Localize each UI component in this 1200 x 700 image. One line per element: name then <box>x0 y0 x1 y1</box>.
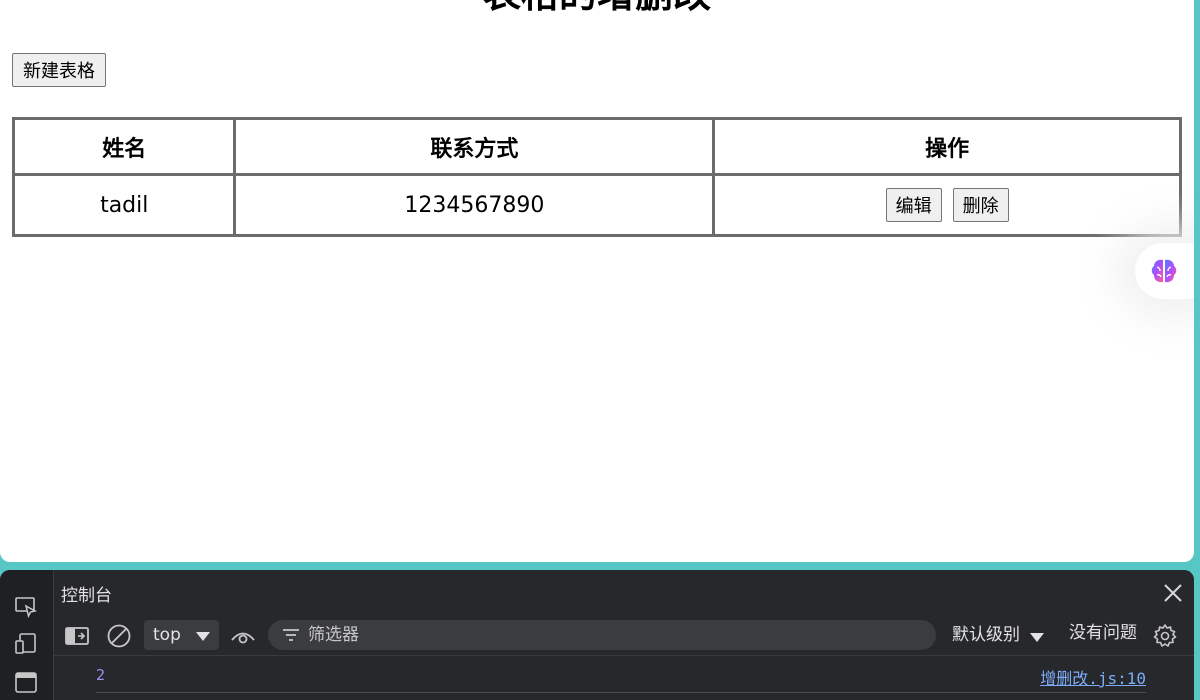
clear-icon[interactable] <box>106 623 132 649</box>
page-title: 表格的增删改 <box>0 0 1194 16</box>
inspect-icon[interactable] <box>14 595 38 619</box>
table-header-row: 姓名 联系方式 操作 <box>11 117 1182 176</box>
close-icon[interactable] <box>1162 582 1184 604</box>
cell-name: tadil <box>11 173 237 237</box>
table-row: tadil 1234567890 编辑 删除 <box>11 173 1182 237</box>
cell-contact: 1234567890 <box>233 173 716 237</box>
data-table: 姓名 联系方式 操作 tadil 1234567890 编辑 删除 <box>11 117 1182 237</box>
context-select[interactable]: top <box>144 620 219 650</box>
context-value: top <box>153 625 181 645</box>
chevron-down-icon <box>196 632 210 641</box>
filter-box <box>268 620 936 650</box>
log-level-value: 默认级别 <box>952 625 1020 645</box>
devtools-panel: 控制台 top 筛选器 默认级别 没有问题 2 增删改.js:10 <box>0 570 1194 700</box>
console-title: 控制台 <box>61 586 112 606</box>
cell-actions: 编辑 删除 <box>712 173 1182 237</box>
assistant-widget[interactable] <box>1135 243 1194 299</box>
panel-icon[interactable] <box>14 670 38 694</box>
eye-icon[interactable] <box>230 623 256 649</box>
settings-icon[interactable] <box>1152 623 1178 649</box>
log-source-link[interactable]: 增删改.js:10 <box>1040 665 1146 689</box>
chevron-down-icon <box>1030 633 1044 642</box>
device-icon[interactable] <box>14 632 38 656</box>
filter-icon <box>283 629 299 641</box>
column-header-name: 姓名 <box>11 117 237 176</box>
log-level-select[interactable]: 默认级别 <box>952 620 1044 650</box>
console-panel: 控制台 top 筛选器 默认级别 没有问题 2 增删改.js:10 <box>54 570 1194 700</box>
column-header-actions: 操作 <box>712 117 1182 176</box>
issues-status[interactable]: 没有问题 <box>1069 620 1137 646</box>
devtools-sidebar <box>0 570 54 700</box>
log-value: 2 <box>96 666 106 684</box>
delete-button[interactable]: 删除 <box>952 188 1009 222</box>
new-table-button[interactable]: 新建表格 <box>12 53 106 87</box>
filter-input[interactable] <box>308 620 908 650</box>
brain-icon <box>1151 259 1177 283</box>
console-message: 2 增删改.js:10 <box>54 655 1194 700</box>
column-header-contact: 联系方式 <box>233 117 716 176</box>
edit-button[interactable]: 编辑 <box>885 188 942 222</box>
console-toolbar: top 默认级别 没有问题 <box>54 618 1194 654</box>
web-page: 表格的增删改 新建表格 姓名 联系方式 操作 tadil 1234567890 … <box>0 0 1194 562</box>
sidebar-toggle-icon[interactable] <box>64 623 90 649</box>
